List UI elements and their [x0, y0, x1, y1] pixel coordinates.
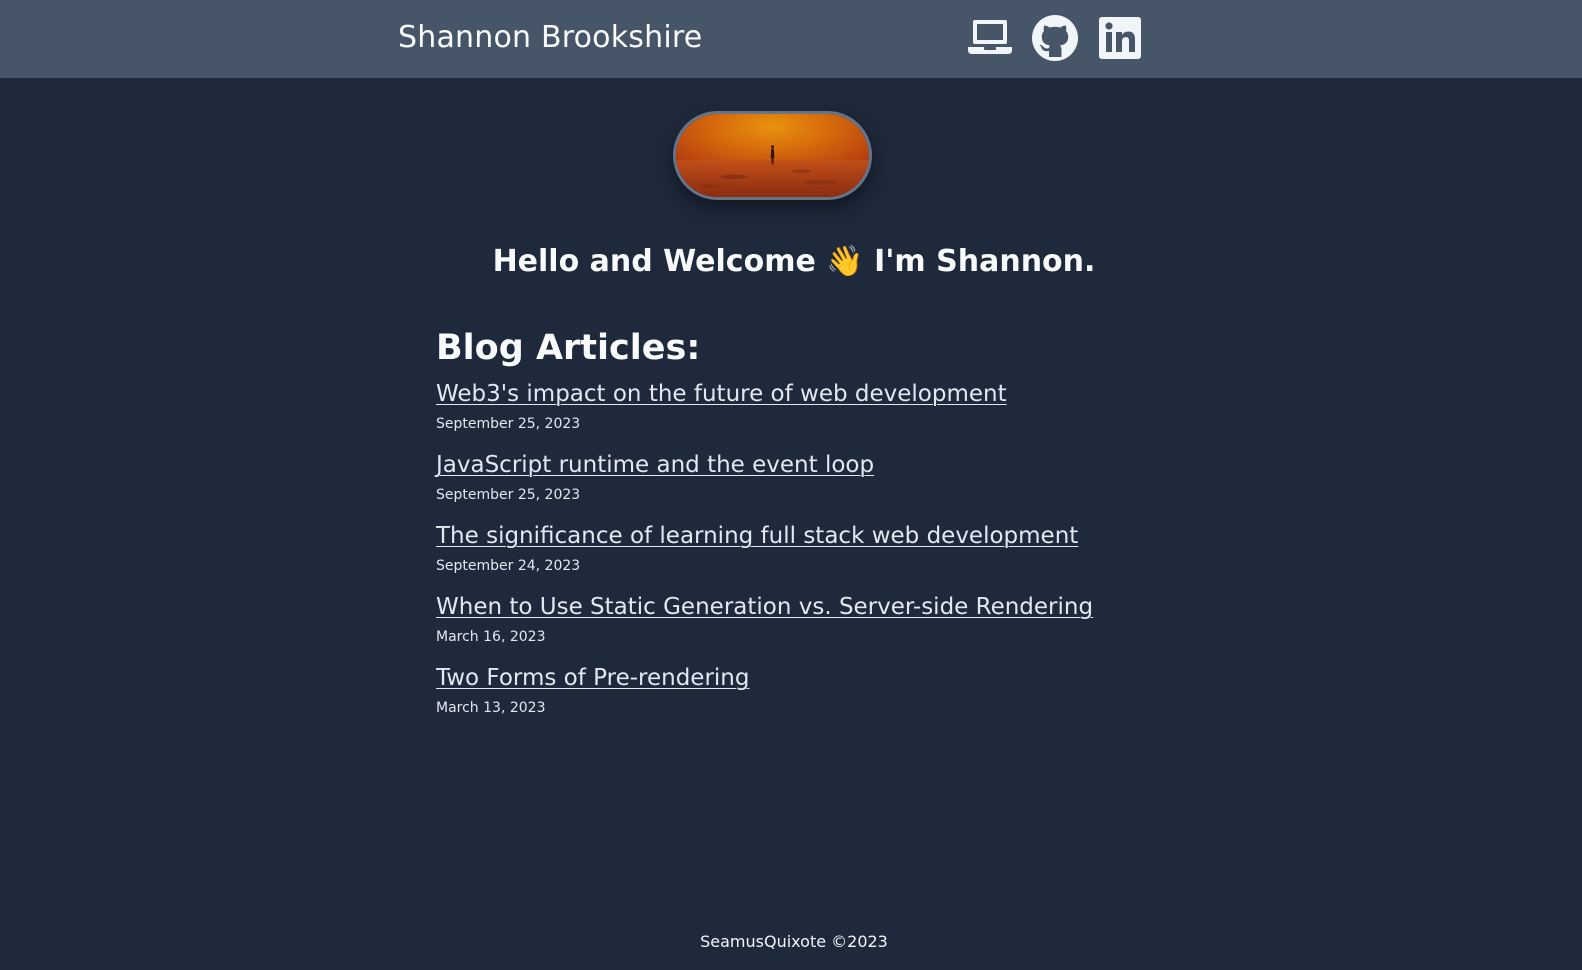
social-nav [966, 14, 1144, 62]
greeting-suffix: . [1084, 244, 1096, 279]
article-item: When to Use Static Generation vs. Server… [436, 591, 1196, 647]
blog-heading: Blog Articles: [436, 328, 701, 368]
article-item: The significance of learning full stack … [436, 520, 1196, 576]
welcome-greeting: Hello and Welcome 👋 I'm Shannon. [0, 244, 1582, 279]
linkedin-icon[interactable] [1096, 14, 1144, 62]
article-date: March 13, 2023 [436, 700, 546, 716]
laptop-icon[interactable] [966, 14, 1014, 62]
article-date: September 24, 2023 [436, 558, 581, 574]
article-item: Two Forms of Pre-rendering March 13, 202… [436, 662, 1196, 718]
github-icon[interactable] [1031, 14, 1079, 62]
article-item: Web3's impact on the future of web devel… [436, 378, 1196, 434]
greeting-name: Shannon [936, 244, 1085, 279]
article-date: September 25, 2023 [436, 487, 581, 503]
blog-section: Blog Articles: Web3's impact on the futu… [436, 328, 1196, 733]
article-link[interactable]: When to Use Static Generation vs. Server… [436, 591, 1093, 623]
article-link[interactable]: JavaScript runtime and the event loop [436, 449, 874, 481]
hero-image [673, 111, 872, 200]
greeting-mid: I'm [863, 244, 937, 279]
article-date: September 25, 2023 [436, 416, 581, 432]
footer-copyright: SeamusQuixote ©2023 [700, 932, 888, 951]
greeting-prefix: Hello and Welcome [492, 244, 827, 279]
navbar: Shannon Brookshire [0, 0, 1582, 78]
waving-hand-emoji: 👋 [826, 244, 864, 279]
article-link[interactable]: The significance of learning full stack … [436, 520, 1078, 552]
article-link[interactable]: Web3's impact on the future of web devel… [436, 378, 1007, 410]
article-link[interactable]: Two Forms of Pre-rendering [436, 662, 749, 694]
site-title-link[interactable]: Shannon Brookshire [398, 20, 702, 55]
article-date: March 16, 2023 [436, 629, 546, 645]
article-item: JavaScript runtime and the event loop Se… [436, 449, 1196, 505]
